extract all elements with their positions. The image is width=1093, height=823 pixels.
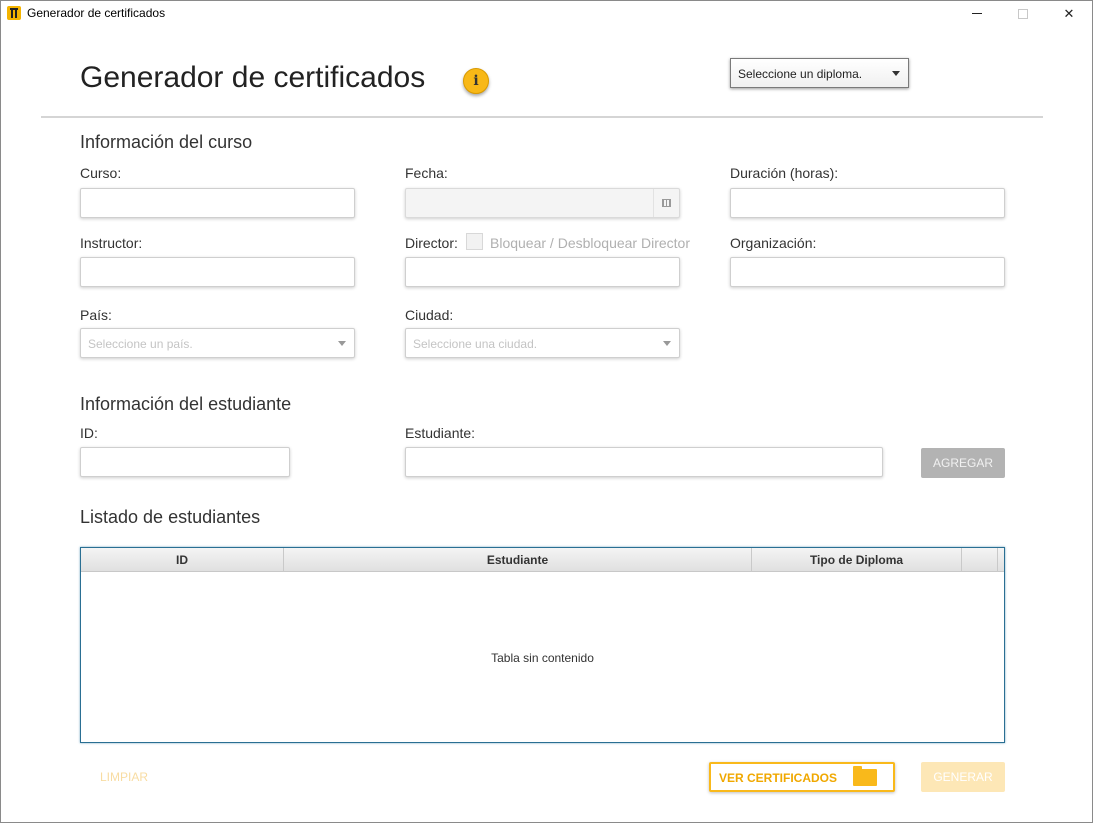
ver-certificados-button[interactable]: VER CERTIFICADOS [709, 762, 895, 792]
column-header-id[interactable]: ID [81, 548, 284, 572]
student-section-title: Información del estudiante [80, 394, 292, 414]
director-label: Director: [405, 235, 458, 251]
chevron-down-icon [338, 341, 346, 346]
estudiante-input[interactable] [405, 447, 883, 477]
app-window: Generador de certificados ✕ Generador de… [0, 0, 1093, 823]
pais-select-placeholder: Seleccione un país. [88, 337, 193, 351]
duracion-label: Duración (horas): [730, 165, 839, 181]
page-title: Generador de certificados [80, 61, 426, 94]
app-logo-icon [7, 6, 21, 20]
curso-label: Curso: [80, 165, 122, 181]
director-lock-checkbox[interactable] [466, 233, 483, 250]
limpiar-button[interactable]: LIMPIAR [80, 763, 168, 791]
students-table[interactable]: ID Estudiante Tipo de Diploma Tabla sin … [80, 547, 1005, 743]
close-icon: ✕ [1063, 5, 1075, 21]
organizacion-label: Organización: [730, 235, 817, 251]
course-section-title: Información del curso [80, 132, 253, 152]
minimize-button[interactable] [954, 1, 1000, 26]
folder-icon [853, 766, 877, 786]
estudiante-label: Estudiante: [405, 425, 476, 441]
pais-select[interactable]: Seleccione un país. [80, 328, 355, 358]
director-input[interactable] [405, 257, 680, 287]
column-header-estudiante[interactable]: Estudiante [284, 548, 752, 572]
chevron-down-icon [663, 341, 671, 346]
fecha-date-picker[interactable] [405, 188, 680, 218]
info-icon[interactable]: i [463, 68, 489, 94]
minimize-icon [972, 13, 982, 14]
chevron-down-icon [892, 71, 900, 76]
duracion-input[interactable] [730, 188, 1005, 218]
pais-label: País: [80, 307, 112, 323]
agregar-button[interactable]: AGREGAR [921, 448, 1005, 478]
maximize-button[interactable] [1000, 1, 1046, 26]
id-label: ID: [80, 425, 98, 441]
table-header: ID Estudiante Tipo de Diploma [81, 548, 1004, 572]
fecha-label: Fecha: [405, 165, 448, 181]
diploma-select-value: Seleccione un diploma. [738, 67, 863, 81]
id-input[interactable] [80, 447, 290, 477]
instructor-label: Instructor: [80, 235, 143, 251]
window-title: Generador de certificados [27, 6, 166, 20]
list-section-title: Listado de estudiantes [80, 507, 261, 527]
column-header-filler [962, 548, 998, 572]
close-button[interactable]: ✕ [1046, 1, 1092, 26]
table-empty-message: Tabla sin contenido [491, 651, 594, 665]
maximize-icon [1018, 8, 1028, 19]
ciudad-select[interactable]: Seleccione una ciudad. [405, 328, 680, 358]
ciudad-select-placeholder: Seleccione una ciudad. [413, 337, 538, 351]
header-divider [41, 116, 1043, 118]
curso-input[interactable] [80, 188, 355, 218]
instructor-input[interactable] [80, 257, 355, 287]
calendar-button[interactable] [653, 189, 679, 217]
director-lock-label: Bloquear / Desbloquear Director [490, 235, 690, 251]
title-bar: Generador de certificados ✕ [1, 1, 1092, 26]
ver-certificados-label: VER CERTIFICADOS [719, 771, 838, 785]
ciudad-label: Ciudad: [405, 307, 454, 323]
organizacion-input[interactable] [730, 257, 1005, 287]
diploma-select[interactable]: Seleccione un diploma. [730, 58, 909, 88]
calendar-icon [662, 199, 671, 207]
column-header-tipo-diploma[interactable]: Tipo de Diploma [752, 548, 962, 572]
generar-button[interactable]: GENERAR [921, 762, 1005, 792]
